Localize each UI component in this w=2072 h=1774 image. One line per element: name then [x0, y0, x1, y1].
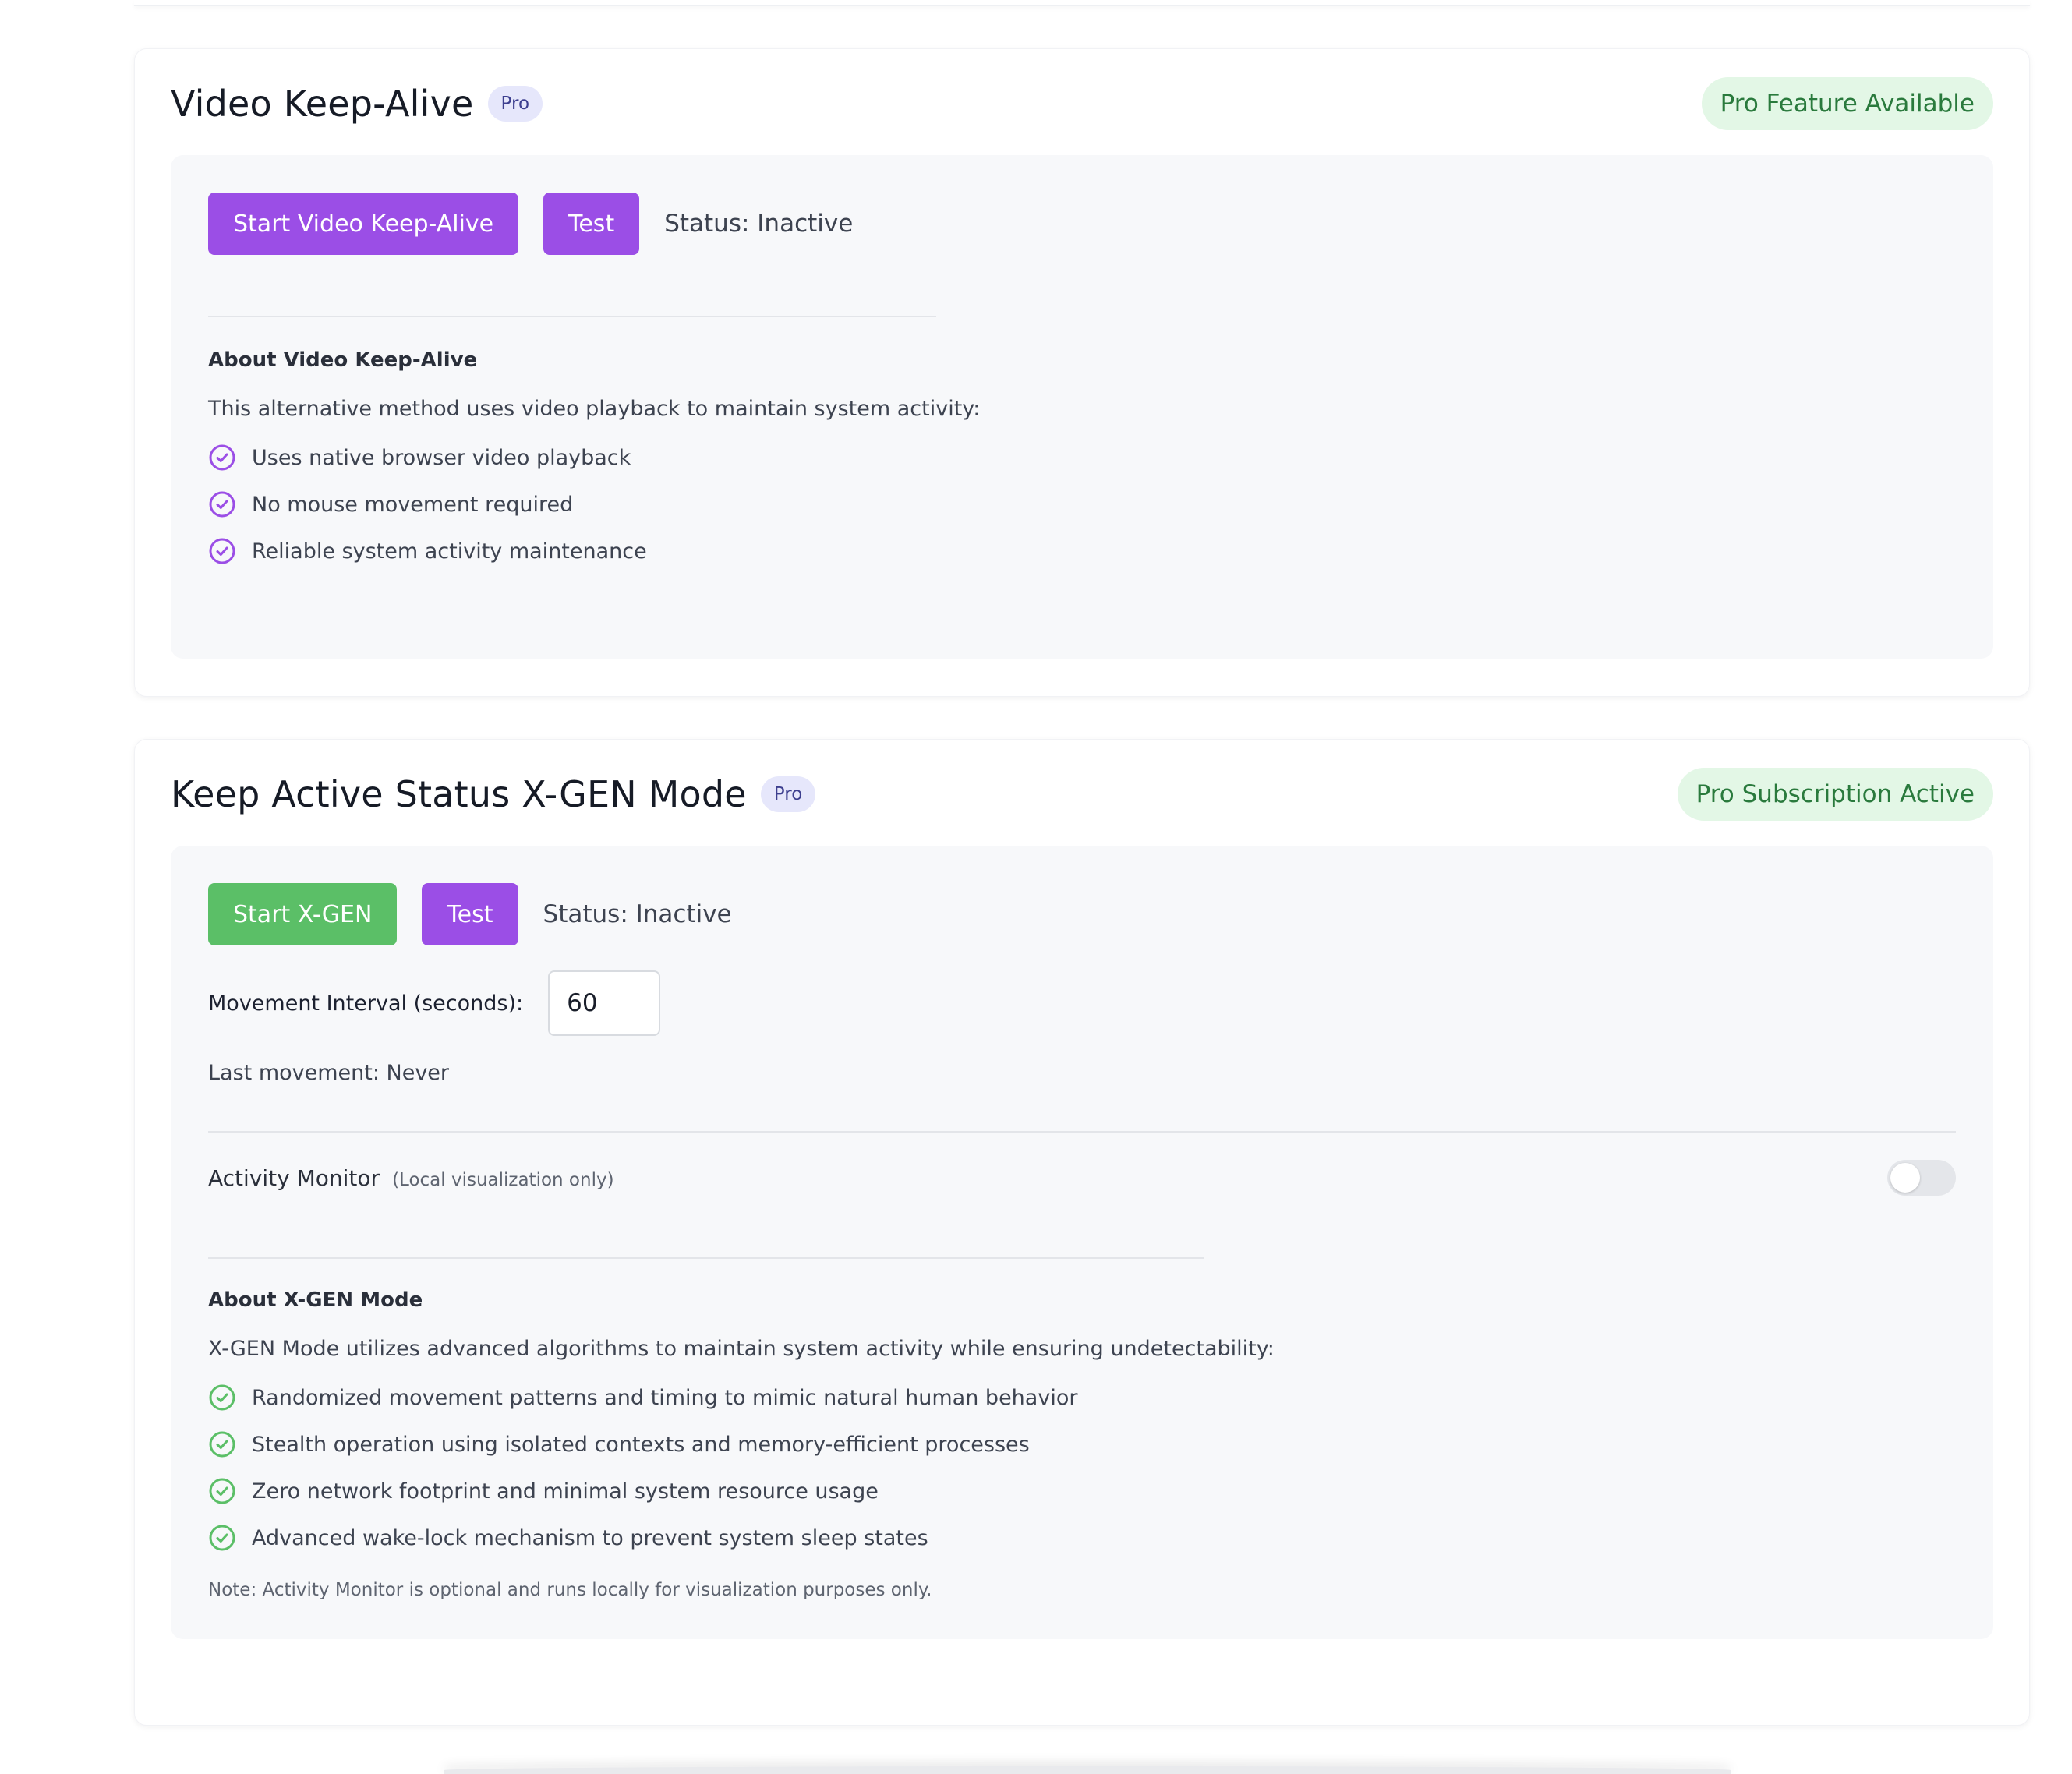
xgen-panel: Start X-GEN Test Status: Inactive Moveme…	[171, 846, 1993, 1639]
list-item: Advanced wake-lock mechanism to prevent …	[208, 1514, 1077, 1561]
activity-monitor-note: (Local visualization only)	[392, 1169, 614, 1190]
check-circle-icon	[209, 1525, 235, 1551]
about-description: This alternative method uses video playb…	[208, 397, 981, 421]
subscription-status-pill: Pro Subscription Active	[1677, 768, 1993, 821]
list-item: Stealth operation using isolated context…	[208, 1421, 1077, 1468]
start-xgen-button[interactable]: Start X-GEN	[208, 883, 398, 945]
divider	[208, 1131, 1956, 1133]
check-circle-icon	[209, 444, 235, 471]
feature-text: Zero network footprint and minimal syste…	[252, 1479, 879, 1504]
card-title-group: Video Keep-Alive Pro	[171, 83, 543, 125]
feature-list: Uses native browser video playback No mo…	[208, 434, 647, 574]
feature-text: Randomized movement patterns and timing …	[252, 1385, 1078, 1410]
list-item: Reliable system activity maintenance	[208, 528, 647, 574]
pro-badge: Pro	[487, 86, 543, 122]
test-button[interactable]: Test	[422, 883, 518, 945]
activity-monitor-label-group: Activity Monitor (Local visualization on…	[208, 1165, 614, 1191]
check-circle-icon	[209, 1431, 235, 1458]
control-row: Start Video Keep-Alive Test Status: Inac…	[208, 193, 853, 255]
card-header: Video Keep-Alive Pro Pro Feature Availab…	[171, 49, 1993, 158]
activity-monitor-row: Activity Monitor (Local visualization on…	[208, 1154, 1956, 1201]
list-item: Zero network footprint and minimal syste…	[208, 1468, 1077, 1514]
list-item: Uses native browser video playback	[208, 434, 647, 481]
feature-text: Stealth operation using isolated context…	[252, 1432, 1030, 1457]
test-button[interactable]: Test	[543, 193, 640, 255]
pro-badge: Pro	[760, 776, 816, 812]
card-title: Video Keep-Alive	[171, 83, 474, 125]
activity-monitor-label: Activity Monitor	[208, 1164, 380, 1191]
about-description: X-GEN Mode utilizes advanced algorithms …	[208, 1337, 1275, 1361]
footnote: Note: Activity Monitor is optional and r…	[208, 1580, 932, 1600]
list-item: Randomized movement patterns and timing …	[208, 1374, 1077, 1421]
divider	[208, 1257, 1204, 1259]
feature-text: Advanced wake-lock mechanism to prevent …	[252, 1525, 928, 1550]
interval-label: Movement Interval (seconds):	[208, 991, 524, 1016]
bottom-overlay-edge	[444, 1766, 1731, 1774]
previous-card-edge	[134, 0, 2030, 6]
check-circle-icon	[209, 491, 235, 518]
last-movement-text: Last movement: Never	[208, 1061, 450, 1085]
card-title-group: Keep Active Status X-GEN Mode Pro	[171, 773, 816, 815]
about-title: About Video Keep-Alive	[208, 348, 478, 372]
about-title: About X-GEN Mode	[208, 1288, 423, 1312]
feature-text: Uses native browser video playback	[252, 445, 631, 470]
status-text: Status: Inactive	[664, 210, 854, 238]
video-keepalive-panel: Start Video Keep-Alive Test Status: Inac…	[171, 155, 1993, 659]
control-row: Start X-GEN Test Status: Inactive	[208, 883, 732, 945]
check-circle-icon	[209, 1384, 235, 1411]
card-header: Keep Active Status X-GEN Mode Pro Pro Su…	[171, 740, 1993, 849]
list-item: No mouse movement required	[208, 481, 647, 528]
movement-interval-input[interactable]	[548, 970, 661, 1036]
divider	[208, 316, 936, 317]
card-title: Keep Active Status X-GEN Mode	[171, 773, 747, 815]
status-text: Status: Inactive	[543, 900, 732, 928]
activity-monitor-toggle[interactable]	[1887, 1160, 1956, 1196]
check-circle-icon	[209, 1478, 235, 1504]
check-circle-icon	[209, 538, 235, 564]
feature-text: Reliable system activity maintenance	[252, 539, 647, 564]
xgen-mode-card: Keep Active Status X-GEN Mode Pro Pro Su…	[134, 739, 2030, 1726]
feature-text: No mouse movement required	[252, 492, 574, 517]
pro-status-pill: Pro Feature Available	[1701, 77, 1993, 130]
video-keepalive-card: Video Keep-Alive Pro Pro Feature Availab…	[134, 48, 2030, 697]
feature-list: Randomized movement patterns and timing …	[208, 1374, 1077, 1561]
start-video-keepalive-button[interactable]: Start Video Keep-Alive	[208, 193, 519, 255]
interval-field-row: Movement Interval (seconds):	[208, 970, 661, 1036]
toggle-knob	[1890, 1163, 1920, 1193]
